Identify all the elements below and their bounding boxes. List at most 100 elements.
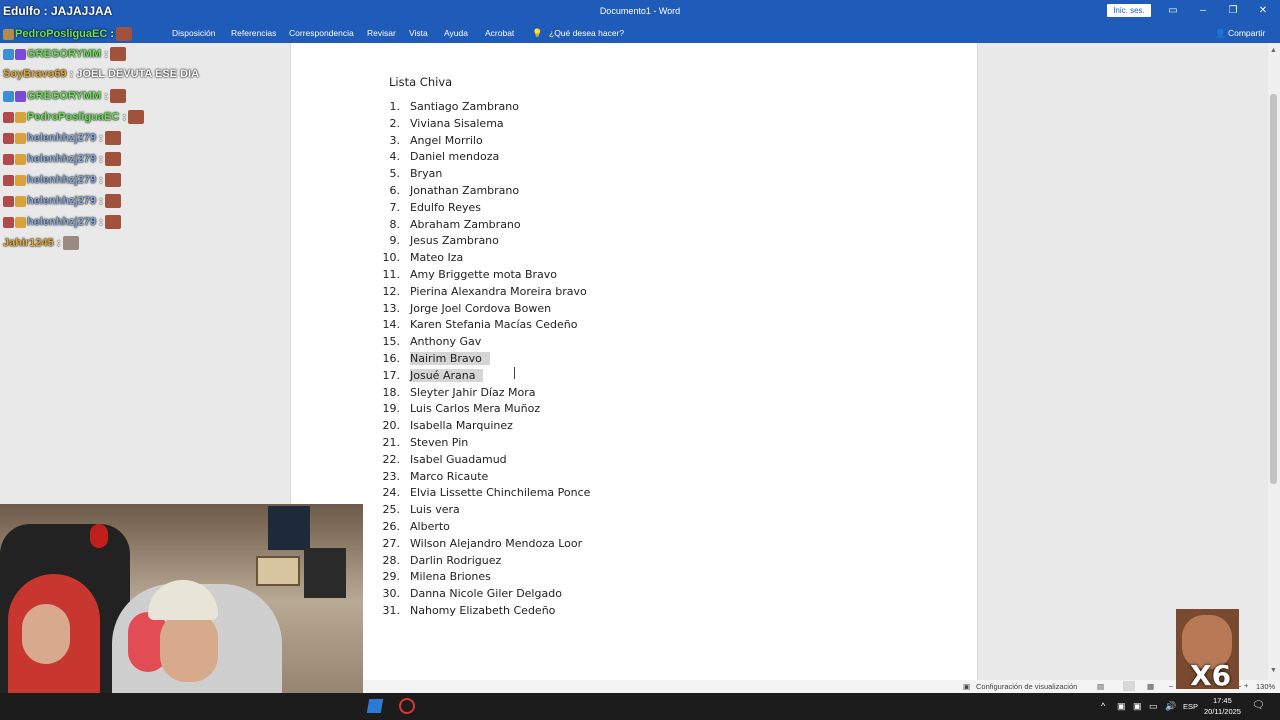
list-text[interactable]: Isabella Marquinez [410, 419, 513, 432]
list-item[interactable]: 10. Mateo Iza [368, 251, 464, 267]
list-text[interactable]: Viviana Sisalema [410, 117, 504, 130]
list-item[interactable]: 4. Daniel mendoza [368, 150, 500, 166]
tab-disposicion[interactable]: Disposición [172, 28, 215, 38]
zoom-out-icon[interactable]: – [1169, 681, 1173, 690]
list-item[interactable]: 3. Angel Morrilo [368, 134, 483, 150]
list-text[interactable]: Daniel mendoza [410, 150, 499, 163]
list-item[interactable]: 6. Jonathan Zambrano [368, 184, 520, 200]
list-text[interactable]: Bryan [410, 167, 442, 180]
list-text[interactable]: Amy Briggette mota Bravo [410, 268, 557, 281]
print-layout-icon[interactable] [1123, 681, 1135, 691]
list-item[interactable]: 1. Santiago Zambrano [368, 100, 519, 116]
list-item[interactable]: 26. Alberto [368, 520, 450, 536]
tray-icon[interactable]: ▣ [1117, 701, 1126, 712]
tray-icon[interactable]: ▣ [1133, 701, 1142, 712]
web-layout-icon[interactable]: ▦ [1147, 682, 1154, 691]
list-text[interactable]: Angel Morrilo [410, 134, 483, 147]
list-item[interactable]: 17. Josué Arana [368, 368, 484, 385]
list-item[interactable]: 31. Nahomy Elizabeth Cedeño [368, 604, 556, 620]
minimize-icon[interactable]: – [1196, 4, 1210, 18]
notification-icon[interactable]: 🗨 [1252, 700, 1265, 711]
document-page[interactable]: Lista Chiva 1. Santiago Zambrano 2. Viviana… [290, 43, 978, 680]
list-text[interactable]: Elvia Lissette Chinchilema Ponce [410, 486, 590, 499]
display-settings-button[interactable]: Configuración de visualización [976, 682, 1077, 691]
tab-ayuda[interactable]: Ayuda [444, 28, 468, 38]
list-item[interactable]: 24. Elvia Lissette Chinchilema Ponce [368, 486, 591, 502]
document-heading[interactable]: Lista Chiva [389, 75, 452, 89]
list-item[interactable]: 2. Viviana Sisalema [368, 117, 504, 133]
display-settings-icon[interactable]: ▣ [963, 682, 970, 691]
list-item[interactable]: 11. Amy Briggette mota Bravo [368, 268, 558, 284]
share-button[interactable]: 👤 Compartir [1215, 28, 1265, 39]
read-mode-icon[interactable]: ▤ [1097, 682, 1104, 691]
language-indicator[interactable]: ESP [1183, 702, 1198, 711]
list-item[interactable]: 5. Bryan [368, 167, 443, 183]
list-text[interactable]: Pierina Alexandra Moreira bravo [410, 285, 587, 298]
list-text[interactable]: Luis Carlos Mera Muñoz [410, 402, 540, 415]
clock-time[interactable]: 17:45 [1213, 696, 1232, 705]
list-text[interactable]: Mateo Iza [410, 251, 463, 264]
list-text[interactable]: Sleyter Jahir Díaz Mora [410, 386, 535, 399]
list-item[interactable]: 30. Danna Nicole Giler Delgado [368, 587, 562, 603]
tab-correspondencia[interactable]: Correspondencia [289, 28, 354, 38]
list-text[interactable]: Darlin Rodriguez [410, 554, 501, 567]
list-text[interactable]: Nairim Bravo [410, 352, 490, 365]
scroll-thumb[interactable] [1270, 94, 1277, 484]
list-item[interactable]: 19. Luis Carlos Mera Muñoz [368, 402, 541, 418]
network-icon[interactable]: ▭ [1149, 701, 1158, 712]
zoom-in-icon[interactable]: + [1244, 681, 1248, 690]
list-text[interactable]: Jonathan Zambrano [410, 184, 519, 197]
chevron-up-icon[interactable]: ^ [1101, 701, 1105, 711]
list-text[interactable]: Karen Stefania Macías Cedeño [410, 318, 577, 331]
list-text[interactable]: Anthony Gav [410, 335, 481, 348]
tab-acrobat[interactable]: Acrobat [485, 28, 514, 38]
list-item[interactable]: 16. Nairim Bravo [368, 352, 490, 368]
restore-icon[interactable]: ❐ [1226, 4, 1240, 18]
list-text[interactable]: Luis vera [410, 503, 460, 516]
list-text[interactable]: Edulfo Reyes [410, 201, 481, 214]
list-text[interactable]: Steven Pin [410, 436, 468, 449]
tell-me-search[interactable]: ¿Qué desea hacer? [549, 28, 624, 38]
tab-revisar[interactable]: Revisar [367, 28, 396, 38]
ribbon-display-icon[interactable]: ▭ [1166, 4, 1180, 18]
list-item[interactable]: 27. Wilson Alejandro Mendoza Loor [368, 537, 583, 553]
list-item[interactable]: 22. Isabel Guadamud [368, 453, 507, 469]
record-icon[interactable] [399, 698, 415, 714]
list-item[interactable]: 8. Abraham Zambrano [368, 218, 521, 234]
list-text[interactable]: Abraham Zambrano [410, 218, 521, 231]
list-item[interactable]: 28. Darlin Rodriguez [368, 554, 502, 570]
list-item[interactable]: 12. Pierina Alexandra Moreira bravo [368, 285, 587, 301]
list-text[interactable]: Wilson Alejandro Mendoza Loor [410, 537, 582, 550]
list-item[interactable]: 18. Sleyter Jahir Díaz Mora [368, 386, 536, 402]
list-text[interactable]: Nahomy Elizabeth Cedeño [410, 604, 555, 617]
sign-in-button[interactable]: Inic. ses. [1107, 4, 1151, 17]
app-icon[interactable] [366, 699, 384, 713]
volume-icon[interactable]: 🔊 [1165, 701, 1176, 712]
list-item[interactable]: 9. Jesus Zambrano [368, 234, 499, 250]
list-text[interactable]: Josué Arana [410, 368, 484, 382]
scroll-down-icon[interactable]: ▼ [1270, 667, 1277, 674]
clock-date[interactable]: 20/11/2025 [1204, 707, 1241, 716]
tab-vista[interactable]: Vista [409, 28, 428, 38]
list-item[interactable]: 21. Steven Pin [368, 436, 469, 452]
list-text[interactable]: Isabel Guadamud [410, 453, 507, 466]
list-item[interactable]: 13. Jorge Joel Cordova Bowen [368, 302, 552, 318]
list-item[interactable]: 20. Isabella Marquinez [368, 419, 513, 435]
list-text[interactable]: Alberto [410, 520, 450, 533]
list-text[interactable]: Santiago Zambrano [410, 100, 519, 113]
list-text[interactable]: Milena Briones [410, 570, 491, 583]
list-item[interactable]: 7. Edulfo Reyes [368, 201, 481, 217]
list-item[interactable]: 25. Luis vera [368, 503, 460, 519]
scroll-up-icon[interactable]: ▲ [1270, 47, 1277, 54]
tab-referencias[interactable]: Referencias [231, 28, 276, 38]
list-item[interactable]: 29. Milena Briones [368, 570, 491, 586]
list-item[interactable]: 14. Karen Stefania Macías Cedeño [368, 318, 578, 334]
close-icon[interactable]: ✕ [1256, 4, 1270, 18]
list-text[interactable]: Danna Nicole Giler Delgado [410, 587, 562, 600]
list-text[interactable]: Jorge Joel Cordova Bowen [410, 302, 551, 315]
list-text[interactable]: Marco Ricaute [410, 470, 488, 483]
zoom-level[interactable]: 130% [1256, 682, 1275, 691]
list-item[interactable]: 23. Marco Ricaute [368, 470, 489, 486]
list-text[interactable]: Jesus Zambrano [410, 234, 499, 247]
list-item[interactable]: 15. Anthony Gav [368, 335, 482, 351]
